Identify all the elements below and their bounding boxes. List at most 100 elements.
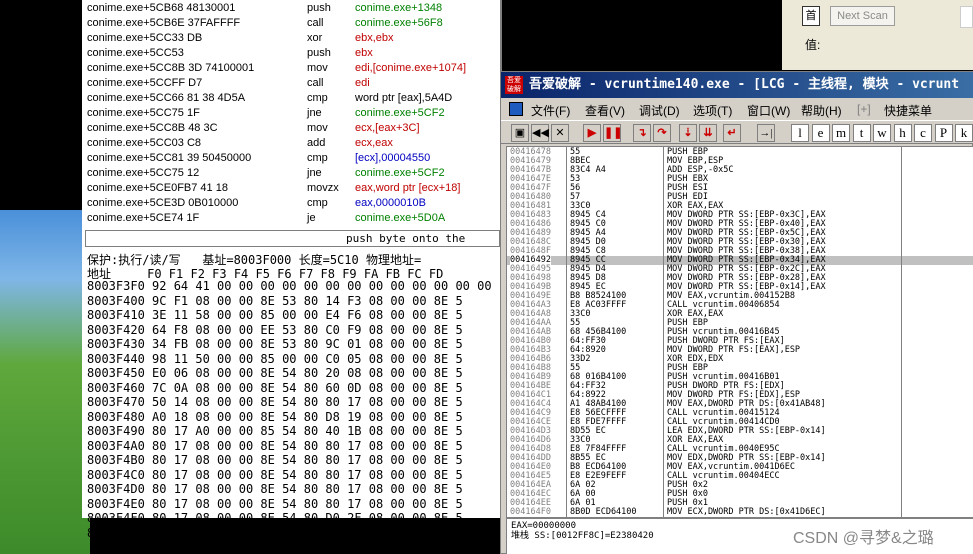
toolbar: ▣ ◀◀ ✕ ▶ ❚❚ ↴ ↷ ⇣ ⇊ ↵ →| l e m t w h c Pk — [501, 120, 973, 144]
disasm-operand: conime.exe+5CF2 — [355, 107, 445, 119]
hex-row[interactable]: 8003F480 A0 18 08 00 00 8E 54 80 D8 19 0… — [87, 410, 492, 425]
open-icon[interactable]: ▣ — [511, 124, 529, 142]
scrollbar[interactable] — [960, 6, 973, 28]
disasm-address: conime.exe+5CC75 1F — [87, 107, 200, 119]
window-k-button[interactable]: k — [955, 124, 973, 142]
window-h-button[interactable]: h — [893, 124, 912, 142]
hex-row[interactable]: 8003F420 64 F8 08 00 00 EE 53 80 C0 F9 0… — [87, 323, 492, 338]
menu-item[interactable]: 选项(T) — [693, 102, 732, 119]
disasm-row[interactable]: conime.exe+5CE74 1F je conime.exe+5D0A — [87, 212, 502, 227]
menu-item[interactable]: [+] — [857, 102, 871, 116]
window-P-button[interactable]: P — [934, 124, 953, 142]
disasm-row[interactable]: conime.exe+5CC8B 3D 74100001 mov edi,[coni… — [87, 62, 565, 77]
cpu-disassembly[interactable]: 00416478 55 PUSH EBP 00416479 8BEC MOV EBP,ES… — [506, 146, 973, 518]
window-c-button[interactable]: c — [914, 124, 932, 142]
app-menu-icon[interactable] — [509, 102, 523, 116]
disassembly-view[interactable]: conime.exe+5CB68 48130001 push conime.exe+… — [82, 0, 567, 230]
disasm-row[interactable]: conime.exe+5CCFF D7 call edi — [87, 77, 502, 92]
menu-item[interactable]: 窗口(W) — [747, 102, 790, 119]
disasm-opcode: push — [307, 47, 331, 59]
hex-row[interactable]: 8003F3F0 92 64 41 00 00 00 00 00 00 00 0… — [87, 279, 492, 294]
execute-till-return-icon[interactable]: ↵ — [723, 124, 741, 142]
hex-row[interactable]: 8003F410 3E 11 58 00 00 85 00 00 E4 F6 0… — [87, 308, 492, 323]
menu-item[interactable]: 快捷菜单 — [884, 102, 932, 119]
hex-row[interactable]: 8003F4A0 80 17 08 00 00 8E 54 80 80 17 0… — [87, 439, 492, 454]
disasm-row[interactable]: conime.exe+5CC33 DB xor ebx,ebx — [87, 32, 502, 47]
window-w-button[interactable]: w — [873, 124, 891, 142]
menu-item[interactable]: 文件(F) — [531, 102, 570, 119]
hex-row[interactable]: 8003F460 7C 0A 08 00 00 8E 54 80 60 0D 0… — [87, 381, 492, 396]
disasm-opcode: cmp — [307, 92, 328, 104]
column-divider — [663, 146, 664, 518]
hex-row[interactable]: 8003F4F0 80 17 08 00 00 8E 54 80 D0 2F 0… — [87, 511, 492, 526]
run-icon[interactable]: ▶ — [583, 124, 601, 142]
hex-row[interactable]: 8003F4D0 80 17 08 00 00 8E 54 80 80 17 0… — [87, 482, 492, 497]
disasm-row[interactable]: conime.exe+5CC03 C8 add ecx,eax — [87, 137, 502, 152]
disasm-address: conime.exe+5CE0FB7 41 18 — [87, 182, 228, 194]
disasm-operand: conime.exe+5D0A — [355, 212, 446, 224]
disasm-operand: ebx — [355, 47, 373, 59]
hex-row[interactable]: 8003F450 E0 06 08 00 00 8E 54 80 20 08 0… — [87, 366, 492, 381]
window-title[interactable]: 吾爱破解 - vcruntime140.exe - [LCG - 主线程, 模块… — [501, 72, 973, 98]
disasm-row[interactable]: conime.exe+5CC66 81 38 4D5A cmp word ptr [… — [87, 92, 502, 107]
disasm-address: conime.exe+5CC53 — [87, 47, 184, 59]
background-black — [0, 0, 82, 210]
code-row[interactable]: 004164F0 8B0D ECD64100 MOV ECX,DWORD PTR D… — [507, 508, 973, 517]
disasm-opcode: mov — [307, 62, 328, 74]
rewind-icon[interactable]: ◀◀ — [531, 124, 549, 142]
desktop-wallpaper — [0, 210, 90, 554]
window-l-button[interactable]: l — [791, 124, 809, 142]
disasm-row[interactable]: conime.exe+5CC8B 48 3C mov ecx,[eax+3C] — [87, 122, 502, 137]
step-into-icon[interactable]: ↴ — [633, 124, 651, 142]
hex-row[interactable]: 8003F430 34 FB 08 00 00 8E 53 80 9C 01 0… — [87, 337, 492, 352]
hex-row[interactable]: 8003F470 50 14 08 00 00 8E 54 80 80 17 0… — [87, 395, 492, 410]
window-t-button[interactable]: t — [852, 124, 871, 142]
screen: conime.exe+5CB68 48130001 push conime.exe+… — [0, 0, 973, 554]
disasm-address: conime.exe+5CC33 DB — [87, 32, 203, 44]
next-scan-button[interactable]: Next Scan — [830, 6, 895, 26]
disasm-row[interactable]: conime.exe+5CC53 push ebx — [87, 47, 502, 62]
disasm-address: conime.exe+5CC8B 3D 74100001 — [87, 62, 255, 74]
goto-icon[interactable]: →| — [757, 124, 775, 142]
menu-bar: 文件(F) 查看(V) 调试(D) 选项(T) 窗口(W) 帮助(H) [+] 快捷菜单 — [501, 98, 973, 120]
disasm-operand: edi,[conime.exe+1074] — [355, 62, 466, 74]
window-edge — [782, 0, 800, 70]
window-e-button[interactable]: e — [811, 124, 830, 142]
trace-over-icon[interactable]: ⇊ — [699, 124, 717, 142]
disasm-row[interactable]: conime.exe+5CE0FB7 41 18 movzx eax,word pt… — [87, 182, 502, 197]
first-scan-button[interactable]: 首 — [802, 6, 820, 26]
hex-row[interactable]: 8003F400 9C F1 08 00 00 8E 53 80 14 F3 0… — [87, 294, 492, 309]
hex-row[interactable]: 8003F500 40 10 08 00 00 EE 40 00 00 00 0… — [87, 526, 492, 541]
disasm-row[interactable]: conime.exe+5CC81 39 50450000 cmp [ecx],000… — [87, 152, 502, 167]
disasm-address: conime.exe+5CB6E 37FAFFFF — [87, 17, 241, 29]
disasm-operand: eax,0000010B — [355, 197, 426, 209]
ollydbg-window: 吾爱破解 - vcruntime140.exe - [LCG - 主线程, 模块… — [500, 71, 973, 554]
hex-row[interactable]: 8003F4B0 80 17 08 00 00 8E 54 80 80 17 0… — [87, 453, 492, 468]
close-icon[interactable]: ✕ — [551, 124, 569, 142]
trace-into-icon[interactable]: ⇣ — [679, 124, 697, 142]
hex-dump-view[interactable]: 8003F3F0 92 64 41 00 00 00 00 00 00 00 0… — [87, 279, 492, 540]
pause-icon[interactable]: ❚❚ — [603, 124, 622, 142]
step-over-icon[interactable]: ↷ — [653, 124, 671, 142]
disasm-row[interactable]: conime.exe+5CC75 12 jne conime.exe+5CF2 — [87, 167, 502, 182]
hex-row[interactable]: 8003F490 80 17 A0 00 00 85 54 80 40 1B 0… — [87, 424, 492, 439]
disasm-row[interactable]: conime.exe+5CB68 48130001 push conime.exe+… — [87, 2, 567, 17]
menu-item[interactable]: 查看(V) — [585, 102, 625, 119]
disasm-address: conime.exe+5CC75 12 — [87, 167, 200, 179]
window-m-button[interactable]: m — [832, 124, 850, 142]
disasm-row[interactable]: conime.exe+5CE3D 0B010000 cmp eax,0000010B — [87, 197, 502, 212]
menu-item[interactable]: 调试(D) — [639, 102, 680, 119]
menu-item[interactable]: 帮助(H) — [801, 102, 842, 119]
disasm-row[interactable]: conime.exe+5CB6E 37FAFFFF call conime.exe+… — [87, 17, 502, 32]
disasm-operand: ecx,[eax+3C] — [355, 122, 420, 134]
disasm-address: conime.exe+5CC03 C8 — [87, 137, 202, 149]
hex-row[interactable]: 8003F440 98 11 50 00 00 85 00 00 C0 05 0… — [87, 352, 492, 367]
hex-row[interactable]: 8003F4C0 80 17 08 00 00 8E 54 80 80 17 0… — [87, 468, 492, 483]
disasm-address: conime.exe+5CC66 81 38 4D5A — [87, 92, 246, 104]
disasm-opcode: call — [307, 17, 324, 29]
disasm-operand: [ecx],00004550 — [355, 152, 431, 164]
disasm-comment: [FFFFFFFF] — [507, 2, 567, 14]
disasm-row[interactable]: conime.exe+5CC75 1F jne conime.exe+5CF2 — [87, 107, 502, 122]
disasm-operand: conime.exe+56F8 — [355, 17, 443, 29]
hex-row[interactable]: 8003F4E0 80 17 08 00 00 8E 54 80 80 17 0… — [87, 497, 492, 512]
